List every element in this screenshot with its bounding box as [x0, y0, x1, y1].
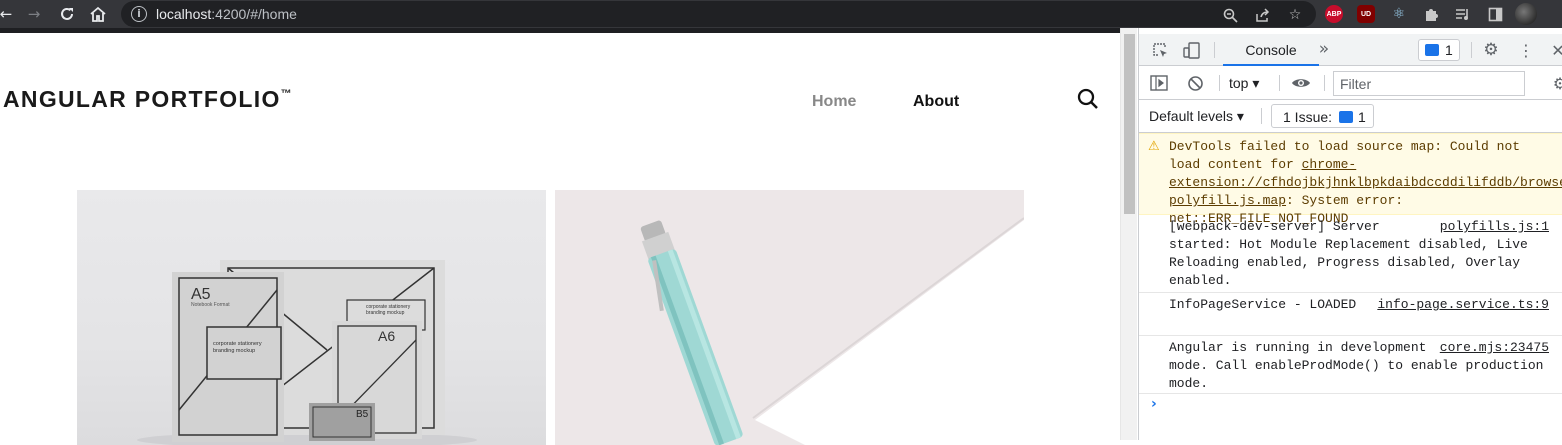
message-icon — [1425, 44, 1439, 56]
url-text: localhost:4200/#/home — [156, 6, 297, 22]
zoom-icon[interactable] — [1220, 5, 1240, 25]
filter-input[interactable]: Filter — [1333, 71, 1525, 96]
sidebar-icon[interactable] — [1485, 4, 1505, 24]
mockup-a6-label: A6 — [378, 328, 396, 344]
issue-icon — [1339, 111, 1353, 123]
mockup-text-2: corporate stationery branding mockup — [366, 304, 411, 316]
settings-gear-icon[interactable]: ⚙ — [1480, 39, 1502, 61]
browser-toolbar: ← → i localhost:4200/#/home ☆ ABP UD ⚛ — [0, 0, 1562, 28]
site-info-icon[interactable]: i — [131, 6, 147, 22]
adblock-extension-icon[interactable]: ABP — [1325, 5, 1343, 23]
bookmark-star-icon[interactable]: ☆ — [1285, 5, 1305, 25]
pen-image — [640, 217, 1024, 445]
more-tabs-icon[interactable]: » — [1313, 38, 1335, 60]
live-expression-eye-icon[interactable] — [1290, 72, 1312, 94]
device-toolbar-icon[interactable] — [1181, 39, 1203, 61]
nav-home-link[interactable]: Home — [812, 93, 856, 111]
react-devtools-icon[interactable]: ⚛ — [1389, 4, 1409, 24]
forward-icon[interactable]: → — [24, 4, 44, 24]
mockup-text-1: corporate stationery branding mockup — [213, 341, 262, 354]
web-page: ANGULAR PORTFOLIO™ Home About A5 Noteboo… — [0, 28, 1120, 445]
scrollbar-thumb[interactable] — [1124, 34, 1135, 214]
back-icon[interactable]: ← — [0, 4, 16, 24]
mockup-b5-label: B5 — [356, 409, 369, 420]
portfolio-card-pen[interactable] — [555, 190, 1024, 445]
page-scrollbar[interactable] — [1120, 28, 1137, 440]
console-prompt[interactable]: › — [1151, 396, 1157, 412]
ublock-extension-icon[interactable]: UD — [1357, 5, 1375, 23]
messages-badge[interactable]: 1 — [1418, 39, 1460, 61]
mockup-a5-sub: Notebook Format — [191, 302, 230, 308]
address-bar[interactable]: i localhost:4200/#/home ☆ — [121, 1, 1316, 27]
issues-button[interactable]: 1 Issue: 1 — [1271, 104, 1374, 128]
extensions-puzzle-icon[interactable] — [1421, 4, 1441, 24]
console-settings-icon[interactable]: ⚙ — [1549, 72, 1562, 94]
stationery-mockup-image — [137, 260, 477, 445]
message-source-link[interactable]: info-page.service.ts:9 — [1377, 296, 1549, 314]
console-message[interactable]: polyfills.js:1 [webpack-dev-server] Serve… — [1139, 215, 1562, 293]
portfolio-card-stationery[interactable]: A5 Notebook Format corporate stationery … — [77, 190, 546, 445]
console-warning[interactable]: ⚠ DevTools failed to load source map: Co… — [1139, 133, 1562, 226]
close-icon[interactable]: ✕ — [1547, 39, 1562, 61]
message-source-link[interactable]: core.mjs:23475 — [1440, 339, 1549, 357]
console-toolbar: top ▾ Filter ⚙ — [1139, 67, 1562, 100]
warning-icon: ⚠ — [1148, 139, 1160, 154]
levels-toolbar: Default levels ▾ 1 Issue: 1 — [1139, 100, 1562, 133]
devtools-panel: Console » 1 ⚙ ⋮ ✕ top ▾ Filter ⚙ Default… — [1138, 28, 1562, 440]
more-options-icon[interactable]: ⋮ — [1515, 39, 1537, 61]
devtools-tabbar: Console » 1 ⚙ ⋮ ✕ — [1139, 34, 1562, 66]
reload-icon[interactable] — [57, 4, 77, 24]
inspect-element-icon[interactable] — [1149, 39, 1171, 61]
tab-console[interactable]: Console — [1223, 34, 1319, 66]
clear-console-icon[interactable] — [1184, 72, 1206, 94]
console-message[interactable]: core.mjs:23475 Angular is running in deve… — [1139, 336, 1562, 394]
sidebar-toggle-icon[interactable] — [1148, 72, 1170, 94]
console-message[interactable]: info-page.service.ts:9 InfoPageService - … — [1139, 293, 1562, 336]
message-source-link[interactable]: polyfills.js:1 — [1440, 218, 1549, 236]
log-levels-dropdown[interactable]: Default levels ▾ — [1149, 108, 1244, 125]
media-controls-icon[interactable] — [1453, 4, 1473, 24]
site-brand[interactable]: ANGULAR PORTFOLIO™ — [3, 86, 293, 113]
nav-about-link[interactable]: About — [913, 93, 959, 111]
context-selector[interactable]: top ▾ — [1229, 75, 1259, 92]
home-icon[interactable] — [88, 4, 108, 24]
profile-avatar[interactable] — [1515, 3, 1537, 25]
share-icon[interactable] — [1252, 5, 1272, 25]
search-icon[interactable] — [1077, 88, 1099, 110]
